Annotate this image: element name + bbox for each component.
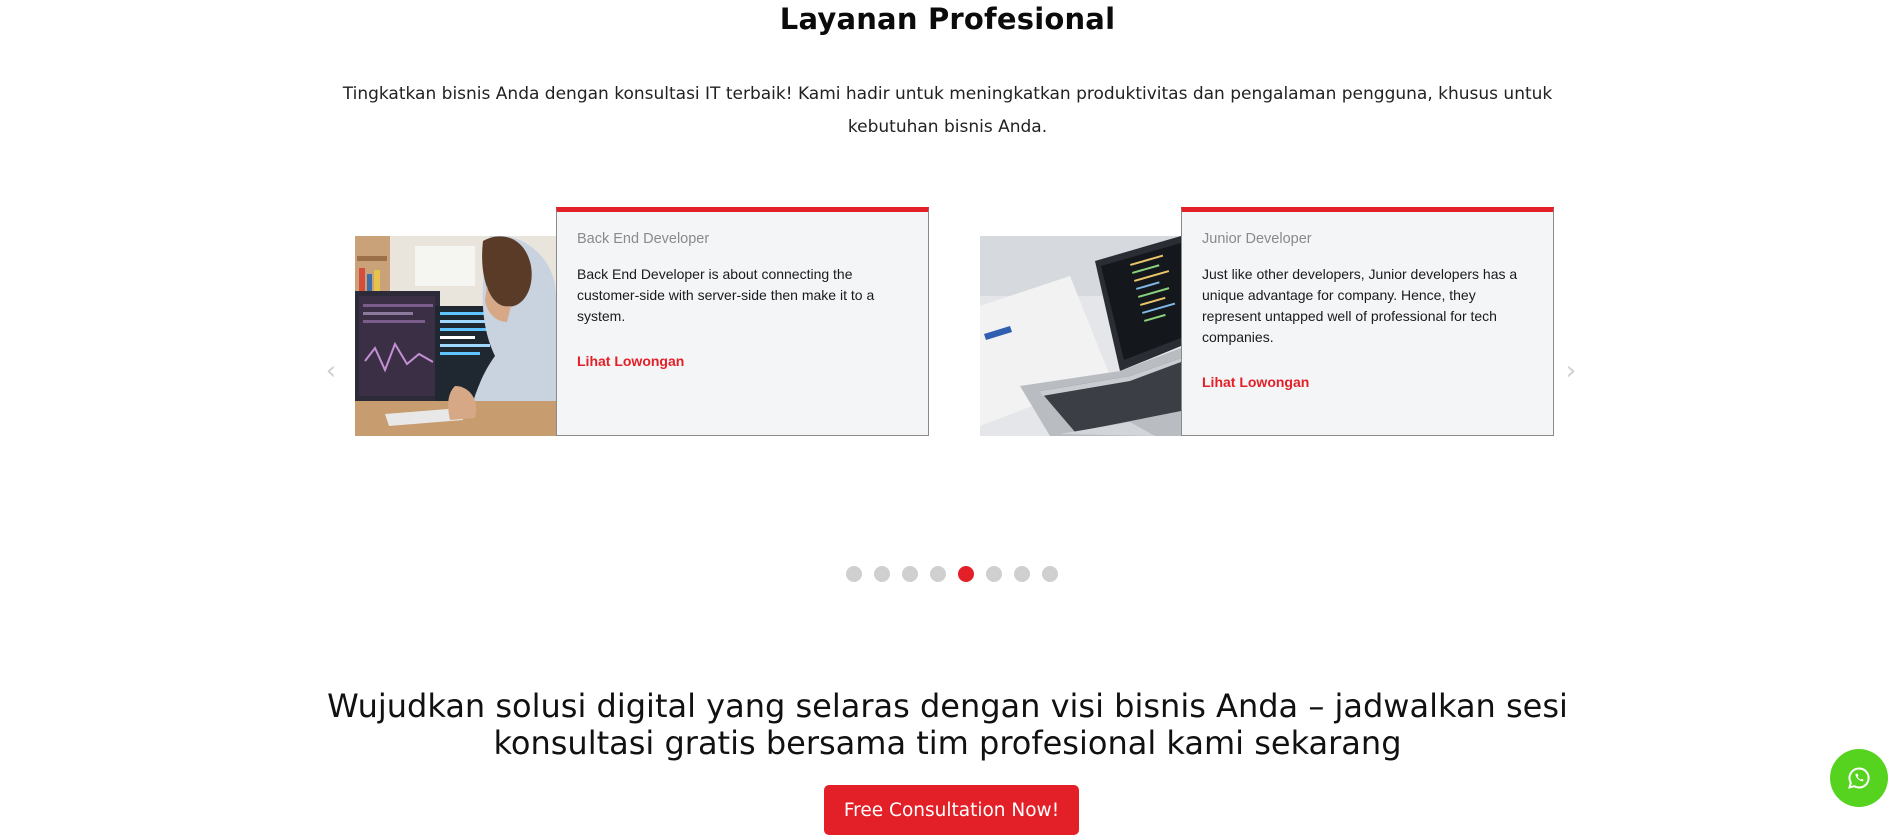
service-card-text: Back End Developer is about connecting t… (577, 266, 875, 324)
service-card-title: Back End Developer (577, 231, 710, 247)
pagination-dot-7[interactable] (1014, 566, 1030, 582)
pagination-dot-1[interactable] (846, 566, 862, 582)
laptop-with-code-photo (980, 236, 1181, 436)
whatsapp-icon (1848, 767, 1870, 789)
lihat-lowongan-link[interactable]: Lihat Lowongan (1202, 374, 1309, 390)
service-card-title: Junior Developer (1202, 231, 1312, 247)
services-carousel: ‹ Back End Developer Back End Developer … (0, 0, 1895, 600)
pagination-dot-5[interactable] (958, 566, 974, 582)
pagination-dot-6[interactable] (986, 566, 1002, 582)
whatsapp-button[interactable] (1830, 749, 1888, 807)
service-card: Back End Developer Back End Developer is… (355, 207, 929, 436)
chevron-left-icon[interactable]: ‹ (320, 356, 342, 386)
pagination-dot-2[interactable] (874, 566, 890, 582)
pagination-dot-4[interactable] (930, 566, 946, 582)
service-card-text: Just like other developers, Junior devel… (1202, 266, 1518, 345)
chevron-right-icon[interactable]: › (1560, 356, 1582, 386)
pagination-dot-3[interactable] (902, 566, 918, 582)
lihat-lowongan-link[interactable]: Lihat Lowongan (577, 353, 684, 369)
carousel-pagination (846, 566, 1058, 582)
cta-heading: Wujudkan solusi digital yang selaras den… (327, 687, 1568, 762)
service-card-body: Junior Developer Just like other develop… (1181, 207, 1554, 436)
pagination-dot-8[interactable] (1042, 566, 1058, 582)
service-card-body: Back End Developer Back End Developer is… (556, 207, 929, 436)
service-card: Junior Developer Just like other develop… (980, 207, 1554, 436)
developer-at-monitors-photo (355, 236, 556, 436)
free-consultation-button[interactable]: Free Consultation Now! (824, 785, 1079, 835)
